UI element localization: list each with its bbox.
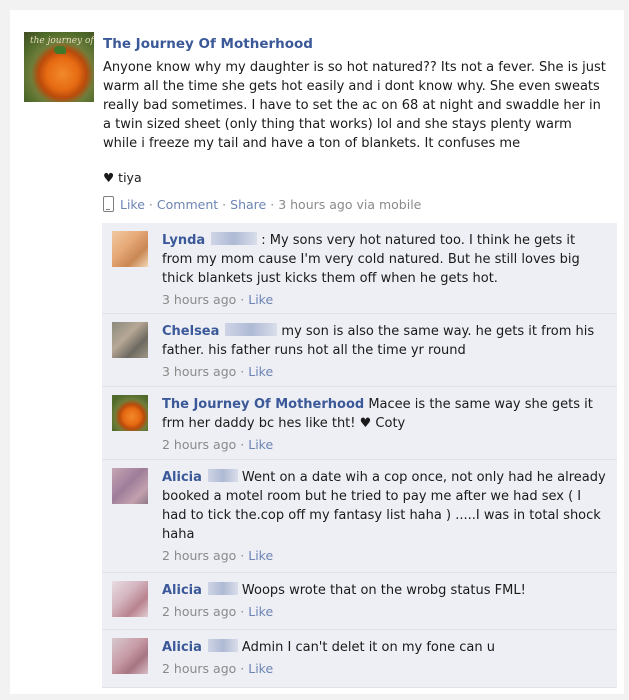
page-avatar[interactable]: the journey of bbox=[24, 32, 94, 102]
redacted-name bbox=[211, 232, 258, 245]
commenter-avatar[interactable] bbox=[112, 638, 148, 674]
commenter-avatar[interactable] bbox=[112, 231, 148, 267]
comment-time[interactable]: 2 hours ago bbox=[162, 661, 236, 676]
comment-meta: 3 hours ago · Like bbox=[162, 362, 609, 381]
commenter-name-link[interactable]: Chelsea bbox=[162, 324, 219, 339]
comment-like-link[interactable]: Like bbox=[248, 364, 273, 379]
redacted-name bbox=[207, 469, 238, 482]
comment-item: Lynda: My sons very hot natured too. I t… bbox=[102, 223, 617, 314]
comment-time[interactable]: 2 hours ago bbox=[162, 604, 236, 619]
commenter-name-link[interactable]: The Journey Of Motherhood bbox=[162, 397, 364, 412]
separator: · bbox=[240, 292, 245, 307]
share-link[interactable]: Share bbox=[230, 197, 266, 212]
pumpkin-leaf bbox=[54, 46, 66, 54]
comment-link[interactable]: Comment bbox=[157, 197, 218, 212]
comment-meta: 2 hours ago · Like bbox=[162, 546, 609, 565]
comment-time[interactable]: 3 hours ago bbox=[162, 292, 236, 307]
comment-text: Woops wrote that on the wrobg status FML… bbox=[241, 583, 526, 598]
post-author-link[interactable]: The Journey Of Motherhood bbox=[103, 35, 608, 54]
comments-list: Lynda: My sons very hot natured too. I t… bbox=[102, 223, 617, 688]
like-link[interactable]: Like bbox=[120, 197, 145, 212]
comment-time[interactable]: 2 hours ago bbox=[162, 548, 236, 563]
comment-like-link[interactable]: Like bbox=[248, 437, 273, 452]
commenter-name-link[interactable]: Alicia bbox=[162, 640, 202, 655]
separator: · bbox=[240, 437, 245, 452]
commenter-avatar[interactable] bbox=[112, 581, 148, 617]
post-card: the journey of The Journey Of Motherhood… bbox=[10, 10, 624, 694]
commenter-name-link[interactable]: Alicia bbox=[162, 470, 202, 485]
comment-item: Chelsea my son is also the same way. he g… bbox=[102, 314, 617, 387]
post-time[interactable]: 3 hours ago via mobile bbox=[278, 197, 421, 212]
separator: · bbox=[240, 364, 245, 379]
commenter-avatar[interactable] bbox=[112, 322, 148, 358]
comment-time[interactable]: 2 hours ago bbox=[162, 437, 236, 452]
commenter-avatar[interactable] bbox=[112, 395, 148, 431]
comment-item: Alicia Went on a date wih a cop once, not… bbox=[102, 460, 617, 573]
separator: · bbox=[240, 548, 245, 563]
post-signature: ♥ tiya bbox=[103, 170, 142, 185]
redacted-name bbox=[207, 639, 238, 652]
comment-item: Alicia Admin I can't delet it on my fone … bbox=[102, 630, 617, 688]
separator: · bbox=[240, 661, 245, 676]
separator: · bbox=[148, 196, 153, 212]
commenter-avatar[interactable] bbox=[112, 468, 148, 504]
comment-item: The Journey Of Motherhood Macee is the s… bbox=[102, 387, 617, 460]
separator: · bbox=[240, 604, 245, 619]
comment-item: Alicia Woops wrote that on the wrobg stat… bbox=[102, 573, 617, 630]
redacted-name bbox=[207, 582, 238, 595]
mobile-phone-icon bbox=[103, 196, 114, 212]
comment-meta: 2 hours ago · Like bbox=[162, 602, 609, 621]
post-text: Anyone know why my daughter is so hot na… bbox=[103, 60, 606, 151]
comment-meta: 2 hours ago · Like bbox=[162, 659, 609, 678]
comment-like-link[interactable]: Like bbox=[248, 548, 273, 563]
redacted-name bbox=[225, 323, 278, 336]
separator: · bbox=[222, 196, 227, 212]
comment-text: Admin I can't delet it on my fone can u bbox=[241, 640, 495, 655]
comment-like-link[interactable]: Like bbox=[248, 292, 273, 307]
comment-like-link[interactable]: Like bbox=[248, 661, 273, 676]
separator: · bbox=[270, 196, 275, 212]
comment-time[interactable]: 3 hours ago bbox=[162, 364, 236, 379]
comment-meta: 2 hours ago · Like bbox=[162, 435, 609, 454]
comment-meta: 3 hours ago · Like bbox=[162, 290, 609, 309]
post-body: The Journey Of Motherhood Anyone know wh… bbox=[103, 35, 608, 153]
commenter-name-link[interactable]: Lynda bbox=[162, 233, 205, 248]
comment-like-link[interactable]: Like bbox=[248, 604, 273, 619]
avatar-text: the journey of bbox=[30, 36, 94, 46]
commenter-name-link[interactable]: Alicia bbox=[162, 583, 202, 598]
post-actions: Like · Comment · Share · 3 hours ago via… bbox=[103, 196, 421, 212]
